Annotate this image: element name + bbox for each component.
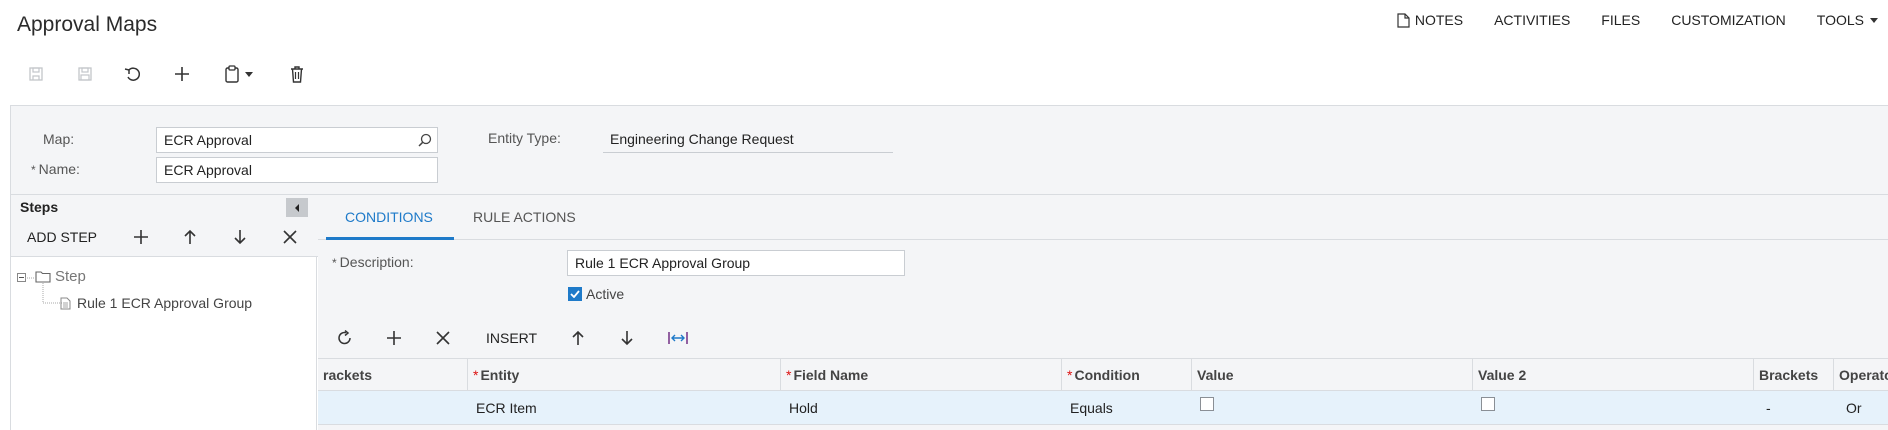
caret-left-icon: [295, 204, 299, 212]
close-icon: [436, 331, 450, 345]
chevron-down-icon: [1870, 17, 1878, 23]
steps-toolbar: ADD STEP: [11, 217, 318, 257]
chevron-down-icon: [244, 71, 253, 77]
description-input[interactable]: Rule 1 ECR Approval Group: [567, 250, 905, 276]
column-header-value[interactable]: Value: [1192, 359, 1473, 392]
name-input[interactable]: ECR Approval: [156, 157, 438, 183]
top-menu: NOTES ACTIVITIES FILES CUSTOMIZATION TOO…: [1397, 10, 1888, 30]
search-icon[interactable]: [418, 133, 432, 147]
entity-type-value: Engineering Change Request: [603, 127, 893, 153]
fit-columns-button[interactable]: [668, 330, 688, 346]
checkbox-checked[interactable]: [568, 287, 582, 301]
tree-node-rule[interactable]: Rule 1 ECR Approval Group: [60, 295, 252, 311]
close-icon: [283, 230, 297, 244]
folder-icon: [35, 271, 51, 283]
document-icon: [60, 297, 71, 309]
arrow-up-icon: [184, 229, 196, 244]
refresh-button[interactable]: [337, 330, 353, 346]
delete-step-button[interactable]: [283, 230, 297, 244]
fit-width-icon: [668, 332, 688, 344]
cell-brackets-close[interactable]: -: [1754, 391, 1834, 425]
column-header-entity[interactable]: * Entity: [468, 359, 781, 392]
conditions-grid-header: rackets * Entity * Field Name * Condition V…: [318, 358, 1888, 392]
cell-condition[interactable]: Equals: [1062, 391, 1192, 425]
collapse-panel-button[interactable]: [286, 198, 308, 218]
column-header-value-2[interactable]: Value 2: [1473, 359, 1754, 392]
note-icon: [1397, 12, 1410, 28]
arrow-up-icon: [572, 330, 584, 345]
form-header: Map: ECR Approval * Name: ECR Approval En…: [10, 105, 1888, 195]
map-selector[interactable]: ECR Approval: [156, 127, 438, 153]
paste-menu-button[interactable]: [220, 62, 256, 86]
insert-button[interactable]: INSERT: [486, 330, 537, 346]
column-header-field-name[interactable]: * Field Name: [781, 359, 1062, 392]
tab-bar: CONDITIONS RULE ACTIONS: [318, 195, 1888, 240]
add-step-button[interactable]: ADD STEP: [27, 229, 97, 245]
plus-icon: [387, 331, 401, 345]
cell-value[interactable]: [1192, 391, 1473, 425]
undo-icon: [124, 67, 141, 81]
tree-connector: [25, 277, 35, 279]
steps-panel: Steps ADD STEP Step Rule 1 ECR Approval …: [10, 195, 318, 430]
arrow-down-icon: [234, 230, 246, 245]
files-button[interactable]: FILES: [1601, 12, 1640, 28]
description-label: * Description:: [332, 254, 414, 270]
customization-button[interactable]: CUSTOMIZATION: [1671, 12, 1786, 28]
plus-icon: [134, 230, 148, 244]
move-step-up-button[interactable]: [183, 229, 197, 245]
table-row[interactable]: ECR Item Hold Equals - Or: [318, 391, 1888, 425]
value-2-checkbox[interactable]: [1481, 397, 1495, 411]
arrow-down-icon: [621, 331, 633, 346]
add-button[interactable]: [170, 62, 194, 86]
tools-menu[interactable]: TOOLS: [1817, 12, 1878, 28]
entity-type-label: Entity Type:: [488, 130, 561, 146]
add-step-plus-button[interactable]: [133, 229, 149, 245]
plus-icon: [175, 67, 189, 81]
clipboard-icon: [224, 65, 239, 83]
delete-row-button[interactable]: [436, 331, 450, 345]
cell-field-name[interactable]: Hold: [781, 391, 1062, 425]
cell-entity[interactable]: ECR Item: [468, 391, 781, 425]
column-header-operator[interactable]: Operato: [1834, 359, 1888, 392]
save-close-icon: [29, 67, 43, 81]
active-checkbox[interactable]: Active: [568, 286, 624, 302]
save-button[interactable]: [73, 62, 97, 86]
name-label: * Name:: [31, 161, 80, 177]
map-label: Map:: [43, 131, 75, 147]
tree-connector: [42, 283, 62, 304]
move-row-down-button[interactable]: [620, 330, 634, 346]
check-icon: [570, 290, 580, 298]
notes-button[interactable]: NOTES: [1397, 12, 1463, 28]
undo-button[interactable]: [121, 62, 145, 86]
cell-operator[interactable]: Or: [1834, 391, 1888, 425]
cell-value-2[interactable]: [1473, 391, 1754, 425]
save-close-button[interactable]: [24, 62, 48, 86]
save-icon: [78, 67, 92, 81]
steps-title: Steps: [20, 199, 59, 215]
column-header-condition[interactable]: * Condition: [1062, 359, 1192, 392]
move-step-down-button[interactable]: [233, 229, 247, 245]
conditions-grid-toolbar: INSERT: [318, 318, 1888, 358]
tab-rule-actions[interactable]: RULE ACTIONS: [473, 209, 576, 225]
steps-header: Steps: [11, 195, 318, 218]
move-row-up-button[interactable]: [571, 330, 585, 346]
activities-button[interactable]: ACTIVITIES: [1494, 12, 1570, 28]
column-header-brackets-open[interactable]: rackets: [318, 359, 468, 392]
active-tab-indicator: [326, 237, 454, 240]
trash-icon: [291, 65, 303, 83]
add-row-button[interactable]: [386, 330, 402, 346]
delete-button[interactable]: [285, 62, 309, 86]
value-checkbox[interactable]: [1200, 397, 1214, 411]
refresh-icon: [338, 330, 351, 345]
column-header-brackets-close[interactable]: Brackets: [1754, 359, 1834, 392]
map-value: ECR Approval: [164, 132, 252, 148]
page-title: Approval Maps: [17, 13, 158, 36]
cell-brackets-open[interactable]: [318, 391, 468, 425]
active-label: Active: [586, 286, 625, 302]
tab-conditions[interactable]: CONDITIONS: [345, 209, 433, 225]
